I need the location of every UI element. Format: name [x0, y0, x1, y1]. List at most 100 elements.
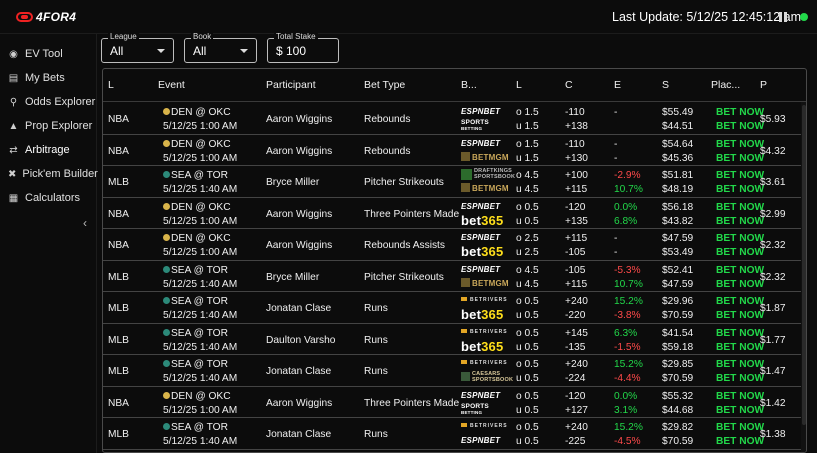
bet-now-button[interactable]: BET NOW — [716, 153, 764, 164]
sidebar-item-my-bets[interactable]: ▤ My Bets — [0, 67, 97, 89]
column-header[interactable]: L — [108, 79, 114, 91]
league-filter[interactable]: League All — [101, 32, 174, 63]
profit-cell: $1.77 — [760, 334, 786, 346]
stake-over: $51.81 — [662, 170, 694, 181]
pause-icon[interactable] — [779, 12, 787, 22]
stake-under: $44.68 — [662, 404, 694, 416]
sidebar-item-prop-explorer[interactable]: ▲ Prop Explorer — [0, 115, 97, 137]
column-header[interactable]: Participant — [266, 79, 316, 91]
league-cell: MLB — [108, 366, 129, 377]
ev-over: 0.0% — [614, 201, 638, 213]
line-over: o 0.5 — [516, 296, 539, 307]
stake-under: $43.82 — [662, 215, 694, 227]
table-row[interactable]: MLB SEA @ TOR 5/12/25 1:40 AM Bryce Miller P… — [103, 261, 806, 292]
bet-now-button[interactable]: BET NOW — [716, 310, 764, 321]
column-header[interactable]: B... — [461, 79, 477, 91]
bet-now-button[interactable]: BET NOW — [716, 391, 764, 402]
book-logo-text: BET — [483, 138, 501, 148]
line-under: u 4.5 — [516, 278, 539, 290]
bet-type-cell: Runs — [364, 366, 388, 377]
scrollbar-thumb[interactable] — [802, 105, 806, 425]
espn-bet-logo: ESPNBET — [461, 264, 500, 275]
total-stake-input[interactable]: Total Stake $ 100 — [267, 32, 339, 63]
profit-cell: $3.61 — [760, 177, 786, 188]
table-row[interactable]: NBA DEN @ OKC 5/12/25 1:00 AM Aaron Wiggins… — [103, 103, 806, 135]
table-row[interactable]: MLB SEA @ TOR 5/12/25 1:40 AM Jonatan Clase… — [103, 292, 806, 324]
league-cell: NBA — [108, 240, 129, 251]
sidebar-item-ev-tool[interactable]: ◉ EV Tool — [0, 43, 97, 65]
column-header[interactable]: Bet Type — [364, 79, 405, 91]
ev-under: - — [614, 247, 618, 258]
book-logo-text: ESPN — [461, 264, 484, 274]
bet-now-button[interactable]: BET NOW — [716, 247, 764, 258]
participant-cell: Bryce Miller — [266, 177, 320, 188]
caesars-logo: CAESARS SPORTSBOOK — [461, 371, 513, 383]
collapse-sidebar-icon[interactable]: ‹ — [83, 216, 87, 230]
bet-now-button[interactable]: BET NOW — [716, 233, 764, 244]
bet-now-button[interactable]: BET NOW — [716, 184, 764, 195]
sidebar-item-pick-em-builder[interactable]: ✖ Pick'em Builder — [0, 163, 98, 185]
event-teams: DEN @ OKC — [163, 391, 231, 402]
table-row[interactable]: NBA DEN @ OKC 5/12/25 1:00 AM Aaron Wiggins… — [103, 387, 806, 418]
odds-over: +240 — [565, 422, 588, 433]
bet-now-button[interactable]: BET NOW — [716, 328, 764, 339]
book-logo-text: bet — [461, 338, 482, 354]
bet-now-button[interactable]: BET NOW — [716, 170, 764, 181]
sidebar-item-calculators[interactable]: ▦ Calculators — [0, 187, 97, 209]
column-header[interactable]: L — [516, 79, 522, 91]
app-logo[interactable]: 4FOR4 — [16, 10, 76, 24]
table-row[interactable]: NBA DEN @ OKC 5/12/25 1:00 AM Aaron Wiggins… — [103, 198, 806, 229]
column-header[interactable]: Plac... — [711, 79, 740, 91]
bet-now-button[interactable]: BET NOW — [716, 296, 764, 307]
bet-now-button[interactable]: BET NOW — [716, 265, 764, 276]
espn-bet-logo: ESPNBET — [461, 201, 500, 212]
bet-now-button[interactable]: BET NOW — [716, 405, 764, 416]
table-row[interactable]: MLB SEA @ TOR 5/12/25 1:40 AM Daulton Varsh… — [103, 324, 806, 355]
live-status-indicator — [800, 13, 808, 21]
bet-type-cell: Runs — [364, 334, 388, 346]
column-header[interactable]: E — [614, 79, 621, 91]
column-header[interactable]: Event — [158, 79, 185, 91]
event-time: 5/12/25 1:40 AM — [163, 436, 238, 447]
ev-over: 15.2% — [614, 422, 643, 433]
bet-now-button[interactable]: BET NOW — [716, 139, 764, 150]
calculator-icon: ▦ — [8, 192, 19, 204]
column-header[interactable]: C — [565, 79, 573, 91]
sidebar-item-label: My Bets — [25, 72, 65, 84]
bet-now-button[interactable]: BET NOW — [716, 279, 764, 290]
line-under: u 0.5 — [516, 404, 539, 416]
bet-now-button[interactable]: BET NOW — [716, 342, 764, 353]
column-header[interactable]: S — [662, 79, 669, 91]
sidebar-item-odds-explorer[interactable]: ⚲ Odds Explorer — [0, 91, 97, 113]
bet-now-button[interactable]: BET NOW — [716, 202, 764, 213]
table-row[interactable]: MLB SEA @ TOR 5/12/25 1:40 AM Jonatan Clase… — [103, 355, 806, 387]
line-under: u 2.5 — [516, 247, 539, 258]
book-filter[interactable]: Book All — [184, 32, 257, 63]
table-row[interactable]: MLB SEA @ TOR 5/12/25 1:40 AM Jonatan Clase… — [103, 418, 806, 450]
bet-now-button[interactable]: BET NOW — [716, 436, 764, 447]
table-row[interactable]: NBA DEN @ OKC 5/12/25 1:00 AM Aaron Wiggins… — [103, 135, 806, 166]
bet-now-button[interactable]: BET NOW — [716, 216, 764, 227]
bet-now-button[interactable]: BET NOW — [716, 422, 764, 433]
book-logo-text: BET — [483, 390, 501, 400]
table-row[interactable]: MLB SEA @ TOR 5/12/25 1:40 AM Bryce Miller P… — [103, 166, 806, 198]
book-logo-text: BETRIVERS — [470, 423, 508, 429]
sidebar-item-arbitrage[interactable]: ⇄ Arbitrage — [0, 139, 97, 161]
espn-bet-logo: ESPNBET — [461, 390, 500, 401]
bet-now-button[interactable]: BET NOW — [716, 373, 764, 384]
league-cell: MLB — [108, 303, 129, 314]
bet-now-button[interactable]: BET NOW — [716, 121, 764, 132]
profit-cell: $2.32 — [760, 240, 786, 251]
league-cell: MLB — [108, 334, 129, 346]
book-logo-text: 365 — [481, 212, 504, 228]
odds-under: -135 — [565, 341, 586, 353]
bet-now-button[interactable]: BET NOW — [716, 107, 764, 118]
sidebar-item-label: Pick'em Builder — [22, 168, 98, 180]
participant-cell: Aaron Wiggins — [266, 240, 333, 251]
event-teams-text: DEN @ OKC — [171, 138, 231, 150]
nugget-team-icon — [163, 139, 170, 147]
table-row[interactable]: NBA DEN @ OKC 5/12/25 1:00 AM Aaron Wiggins… — [103, 229, 806, 261]
column-header[interactable]: P — [760, 79, 767, 91]
bet-now-button[interactable]: BET NOW — [716, 359, 764, 370]
book-logo-text: BETMGM — [472, 184, 509, 193]
